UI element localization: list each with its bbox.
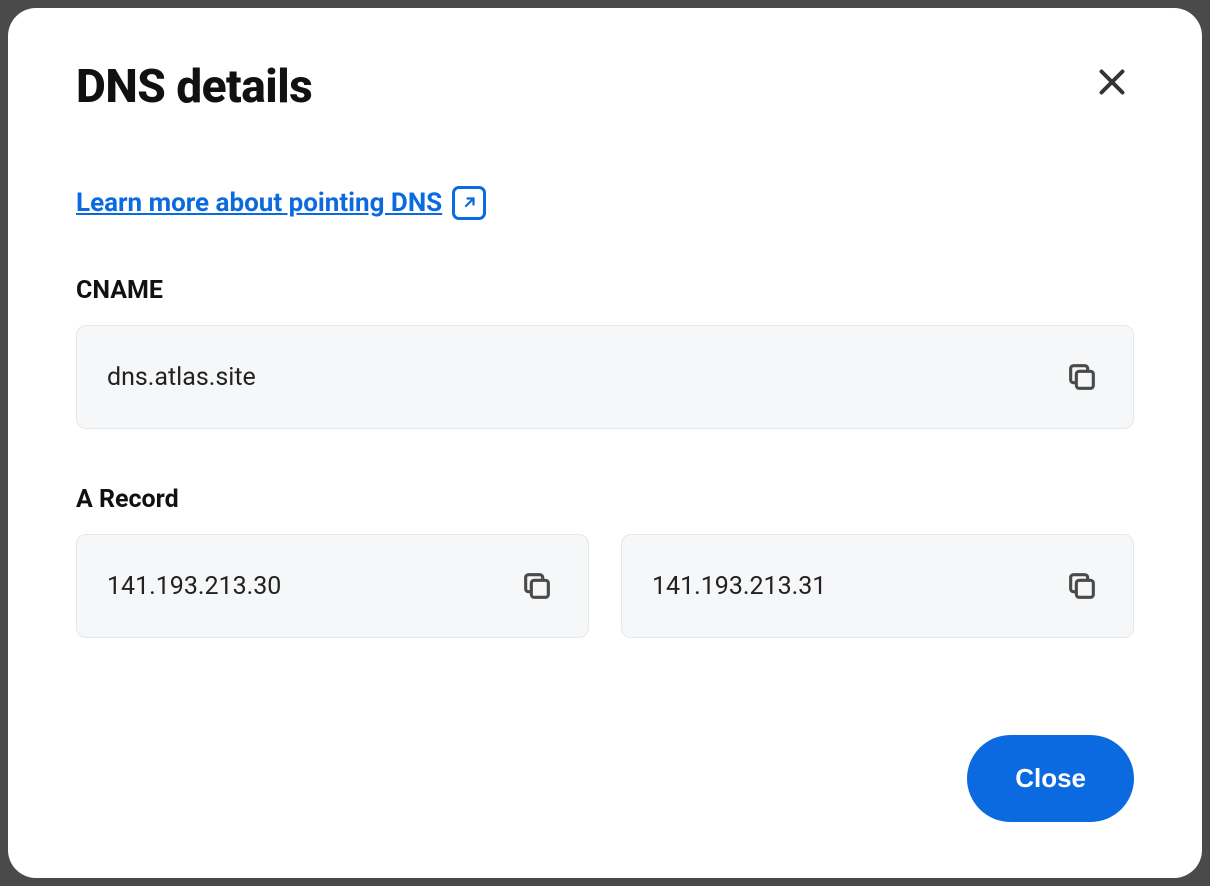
copy-icon — [520, 569, 554, 603]
cname-record-box: dns.atlas.site — [76, 325, 1134, 429]
arecord-value-0: 141.193.213.30 — [107, 572, 281, 601]
external-link-icon — [452, 186, 486, 220]
cname-label: CNAME — [76, 276, 1134, 305]
arecord-label: A Record — [76, 485, 1134, 514]
close-icon — [1094, 64, 1130, 100]
arecord-value-1: 141.193.213.31 — [652, 572, 826, 601]
close-button[interactable]: Close — [967, 735, 1134, 822]
dns-details-modal: DNS details Learn more about pointing DN… — [8, 8, 1202, 878]
arecord-box-1: 141.193.213.31 — [621, 534, 1134, 638]
arecord-box-0: 141.193.213.30 — [76, 534, 589, 638]
learn-more-link[interactable]: Learn more about pointing DNS — [76, 186, 486, 220]
copy-icon — [1065, 360, 1099, 394]
modal-title: DNS details — [76, 60, 312, 114]
copy-arecord-1-button[interactable] — [1061, 565, 1103, 607]
copy-arecord-0-button[interactable] — [516, 565, 558, 607]
copy-icon — [1065, 569, 1099, 603]
copy-cname-button[interactable] — [1061, 356, 1103, 398]
close-icon-button[interactable] — [1090, 60, 1134, 104]
cname-value: dns.atlas.site — [107, 363, 256, 392]
modal-footer: Close — [76, 735, 1134, 822]
modal-content: Learn more about pointing DNS CNAME dns.… — [76, 186, 1134, 735]
learn-more-text: Learn more about pointing DNS — [76, 188, 442, 218]
modal-header: DNS details — [76, 60, 1134, 114]
arecord-row: 141.193.213.30 141.193.213.31 — [76, 534, 1134, 638]
